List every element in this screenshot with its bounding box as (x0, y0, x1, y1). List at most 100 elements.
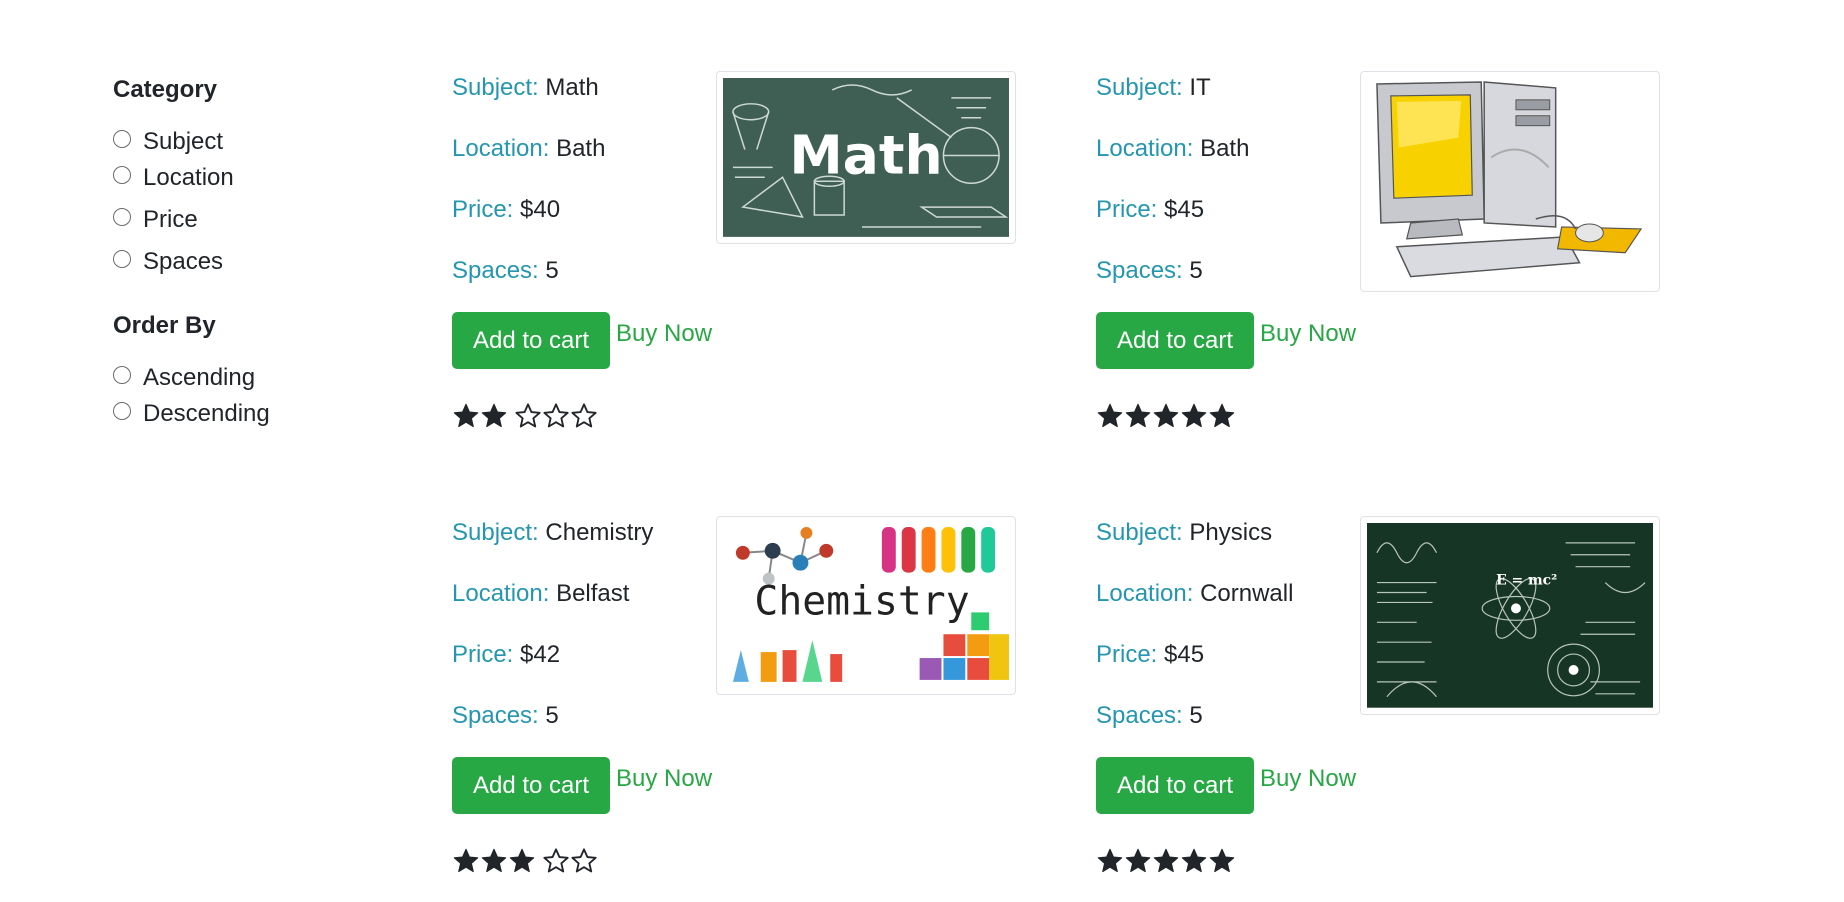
buy-now-link[interactable]: Buy Now (1260, 318, 1356, 350)
rating-stars (452, 400, 598, 432)
subject-value: Physics (1189, 519, 1273, 546)
spaces-value: 5 (545, 702, 559, 729)
buy-now-link[interactable]: Buy Now (616, 318, 712, 350)
price-value: $45 (1164, 196, 1205, 223)
price-value: $42 (520, 641, 561, 668)
category-option-spaces[interactable]: Spaces (113, 244, 413, 280)
add-to-cart-button[interactable]: Add to cart (1096, 757, 1254, 814)
location-value: Belfast (556, 580, 630, 607)
subject-value: IT (1189, 74, 1211, 101)
math-image-text: Math (789, 123, 942, 186)
price-label: Price: (452, 196, 514, 223)
price-field: Price: $40 (452, 194, 560, 226)
star-filled-icon (1097, 848, 1123, 873)
price-field: Price: $45 (1096, 639, 1204, 671)
star-empty-icon (515, 403, 541, 428)
subject-label: Subject: (452, 519, 539, 546)
order-option-descending[interactable]: Descending (113, 396, 413, 432)
physics-image-text: E = mc² (1496, 573, 1557, 589)
star-filled-icon (453, 848, 479, 873)
spaces-field: Spaces: 5 (452, 700, 559, 732)
location-label: Location: (1096, 135, 1194, 162)
star-filled-icon (1209, 848, 1235, 873)
price-value: $45 (1164, 641, 1205, 668)
radio-label: Price (143, 206, 198, 233)
location-field: Location: Bath (452, 133, 605, 165)
star-empty-icon (571, 403, 597, 428)
price-label: Price: (1096, 196, 1158, 223)
radio-label: Subject (143, 128, 224, 155)
rating-stars (1096, 400, 1236, 432)
radio-label: Ascending (143, 364, 256, 391)
spaces-label: Spaces: (452, 257, 539, 284)
radio-button[interactable] (113, 402, 131, 420)
rating-stars (452, 845, 598, 877)
star-empty-icon (543, 403, 569, 428)
star-filled-icon (1153, 403, 1179, 428)
chemistry-image: Chemistry (723, 523, 1009, 688)
lesson-image: Math (716, 71, 1016, 244)
star-filled-icon (481, 403, 507, 428)
spaces-label: Spaces: (452, 702, 539, 729)
subject-field: Subject: Math (452, 72, 599, 104)
category-option-subject[interactable]: Subject (113, 124, 413, 160)
star-filled-icon (1181, 403, 1207, 428)
lesson-card: Subject: Physics Location: Cornwall Pric… (1096, 516, 1716, 902)
radio-button[interactable] (113, 250, 131, 268)
star-filled-icon (1097, 403, 1123, 428)
lesson-card: Subject: Math Location: Bath Price: $40 … (452, 71, 1072, 492)
category-option-price[interactable]: Price (113, 202, 413, 238)
category-option-location[interactable]: Location (113, 160, 413, 196)
subject-field: Subject: Physics (1096, 517, 1272, 549)
radio-label: Spaces (143, 248, 224, 275)
spaces-value: 5 (1189, 702, 1203, 729)
radio-label: Descending (143, 400, 270, 427)
filter-sidebar: Category Subject Location Price Spaces O… (113, 72, 413, 460)
add-to-cart-button[interactable]: Add to cart (452, 757, 610, 814)
subject-field: Subject: Chemistry (452, 517, 653, 549)
star-empty-icon (571, 848, 597, 873)
math-chalkboard-image: Math (723, 78, 1009, 237)
radio-button[interactable] (113, 130, 131, 148)
radio-button[interactable] (113, 366, 131, 384)
radio-button[interactable] (113, 208, 131, 226)
star-filled-icon (1125, 848, 1151, 873)
price-field: Price: $45 (1096, 194, 1204, 226)
subject-label: Subject: (1096, 519, 1183, 546)
lesson-image (1360, 71, 1660, 292)
price-label: Price: (1096, 641, 1158, 668)
rating-stars (1096, 845, 1236, 877)
order-option-ascending[interactable]: Ascending (113, 360, 413, 396)
location-label: Location: (1096, 580, 1194, 607)
spaces-field: Spaces: 5 (452, 255, 559, 287)
radio-button[interactable] (113, 166, 131, 184)
star-filled-icon (1181, 848, 1207, 873)
category-radio-group: Subject Location Price Spaces (113, 124, 413, 280)
location-field: Location: Belfast (452, 578, 629, 610)
buy-now-link[interactable]: Buy Now (616, 763, 712, 795)
price-value: $40 (520, 196, 561, 223)
chemistry-image-text: Chemistry (754, 578, 969, 624)
subject-label: Subject: (1096, 74, 1183, 101)
spaces-field: Spaces: 5 (1096, 255, 1203, 287)
location-field: Location: Cornwall (1096, 578, 1293, 610)
star-filled-icon (1209, 403, 1235, 428)
lesson-image: E = mc² (1360, 516, 1660, 715)
spaces-label: Spaces: (1096, 257, 1183, 284)
location-field: Location: Bath (1096, 133, 1249, 165)
spaces-value: 5 (545, 257, 559, 284)
star-filled-icon (509, 848, 535, 873)
star-filled-icon (1153, 848, 1179, 873)
add-to-cart-button[interactable]: Add to cart (1096, 312, 1254, 369)
star-filled-icon (1125, 403, 1151, 428)
location-value: Bath (1200, 135, 1250, 162)
price-field: Price: $42 (452, 639, 560, 671)
location-value: Cornwall (1200, 580, 1294, 607)
location-label: Location: (452, 580, 550, 607)
order-radio-group: Ascending Descending (113, 360, 413, 432)
subject-label: Subject: (452, 74, 539, 101)
spaces-field: Spaces: 5 (1096, 700, 1203, 732)
buy-now-link[interactable]: Buy Now (1260, 763, 1356, 795)
add-to-cart-button[interactable]: Add to cart (452, 312, 610, 369)
spaces-value: 5 (1189, 257, 1203, 284)
